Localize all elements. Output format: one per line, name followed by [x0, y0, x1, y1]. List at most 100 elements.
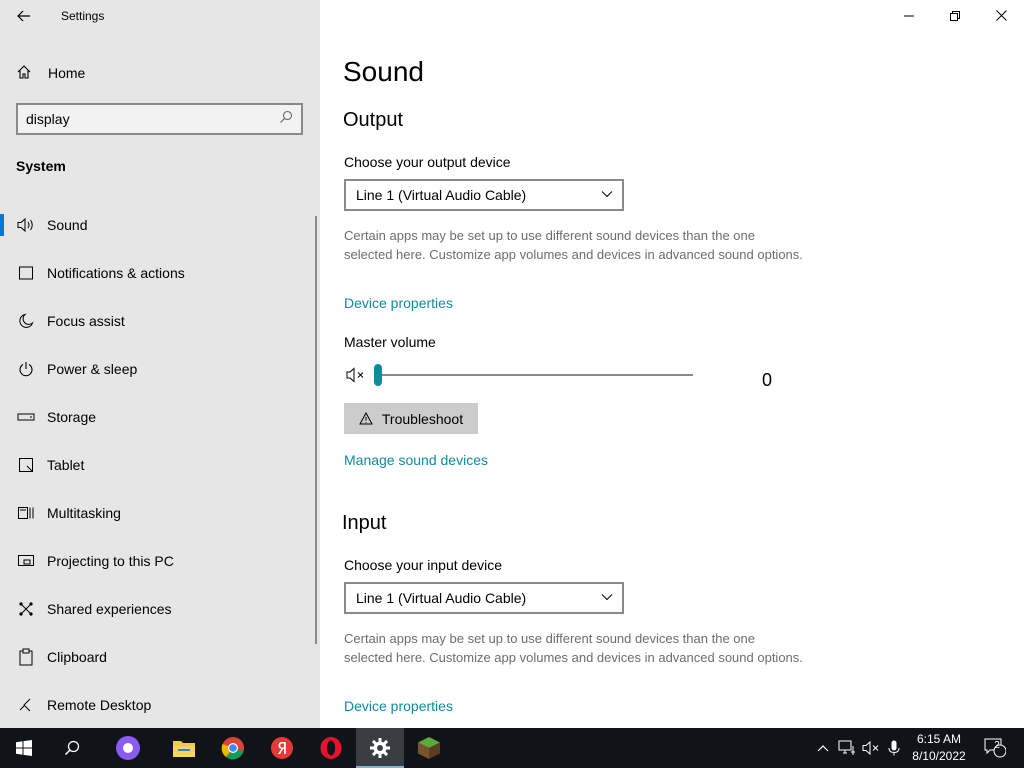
taskbar-alice-app[interactable]: [104, 728, 152, 768]
search-icon: [64, 740, 80, 756]
page-title: Sound: [343, 56, 424, 87]
settings-window: Settings Home System Sound Notifications…: [0, 0, 1024, 728]
master-volume-thumb[interactable]: [374, 364, 382, 386]
output-device-properties-link[interactable]: Device properties: [344, 295, 453, 311]
window-title: Settings: [61, 9, 105, 23]
show-hidden-icons-button[interactable]: [813, 728, 833, 768]
taskbar-opera[interactable]: [307, 728, 355, 768]
notification-count-badge: 2: [994, 740, 1000, 751]
search-input[interactable]: [26, 110, 276, 128]
master-volume-value: 0: [762, 370, 773, 390]
input-heading: Input: [342, 512, 387, 534]
search-box[interactable]: [16, 103, 303, 135]
sidebar-item-projecting[interactable]: Projecting to this PC: [0, 537, 316, 585]
microphone-icon: [888, 740, 900, 756]
input-device-dropdown[interactable]: Line 1 (Virtual Audio Cable): [344, 582, 624, 614]
troubleshoot-button[interactable]: Troubleshoot: [344, 403, 478, 434]
minimize-button[interactable]: [886, 0, 932, 32]
yandex-icon: [271, 737, 293, 759]
troubleshoot-label: Troubleshoot: [381, 410, 464, 427]
sidebar-item-label: Notifications & actions: [47, 265, 185, 281]
sidebar-item-tablet[interactable]: Tablet: [0, 441, 316, 489]
sidebar-item-label: Focus assist: [47, 313, 125, 329]
sidebar: Settings Home System Sound Notifications…: [0, 0, 320, 728]
tablet-icon: [16, 455, 36, 475]
input-device-label: Choose your input device: [344, 557, 502, 573]
network-tray-icon[interactable]: [836, 728, 858, 768]
minecraft-icon: [418, 737, 440, 759]
output-device-value: Line 1 (Virtual Audio Cable): [356, 187, 527, 203]
section-title-system: System: [16, 158, 66, 174]
moon-icon: [16, 311, 36, 331]
shared-icon: [16, 599, 36, 619]
windows-logo-icon: [16, 740, 32, 756]
chevron-down-icon: [601, 191, 613, 198]
output-device-label: Choose your output device: [344, 154, 511, 170]
power-icon: [16, 359, 36, 379]
mute-speaker-icon: [862, 740, 879, 756]
chrome-icon: [221, 737, 244, 760]
sidebar-item-label: Sound: [47, 217, 88, 233]
output-device-dropdown[interactable]: Line 1 (Virtual Audio Cable): [344, 179, 624, 211]
taskbar-settings[interactable]: [356, 728, 404, 768]
sidebar-item-power-sleep[interactable]: Power & sleep: [0, 345, 316, 393]
input-description: Certain apps may be set up to use differ…: [344, 631, 803, 665]
network-icon: [838, 740, 855, 755]
nav-home-label: Home: [48, 65, 86, 81]
close-button[interactable]: [978, 0, 1024, 32]
taskbar-yandex-browser[interactable]: [258, 728, 306, 768]
taskbar-chrome[interactable]: [209, 728, 257, 768]
sidebar-item-sound[interactable]: Sound: [0, 201, 316, 249]
mute-speaker-icon[interactable]: [346, 366, 366, 384]
sidebar-item-label: Projecting to this PC: [47, 553, 174, 569]
search-icon[interactable]: [279, 110, 293, 124]
sidebar-item-shared-experiences[interactable]: Shared experiences: [0, 585, 316, 633]
main-content: Sound Output Choose your output device L…: [320, 0, 1024, 728]
sidebar-item-storage[interactable]: Storage: [0, 393, 316, 441]
microphone-tray-icon[interactable]: [884, 728, 904, 768]
back-button[interactable]: [12, 4, 36, 28]
nav-home[interactable]: Home: [16, 62, 85, 84]
sidebar-scrollbar[interactable]: [315, 216, 317, 644]
home-icon: [16, 64, 36, 83]
sidebar-item-label: Storage: [47, 409, 97, 425]
opera-icon: [320, 737, 342, 759]
volume-tray-icon[interactable]: [860, 728, 882, 768]
action-center-button[interactable]: 2: [980, 728, 1010, 768]
folder-icon: [173, 741, 195, 757]
sidebar-item-focus-assist[interactable]: Focus assist: [0, 297, 316, 345]
back-arrow-icon: [17, 10, 30, 22]
master-volume-track[interactable]: [378, 374, 693, 376]
sidebar-item-clipboard[interactable]: Clipboard: [0, 633, 316, 681]
sidebar-item-label: Tablet: [47, 457, 85, 473]
clock-time: 6:15 AM: [916, 732, 962, 746]
input-device-properties-link[interactable]: Device properties: [344, 698, 453, 714]
clock-date: 8/10/2022: [912, 749, 966, 763]
gear-icon: [370, 738, 390, 758]
taskbar-clock[interactable]: 6:15 AM 8/10/2022: [906, 731, 972, 765]
remote-icon: [16, 695, 36, 715]
start-button[interactable]: [0, 728, 48, 768]
manage-sound-devices-link[interactable]: Manage sound devices: [344, 452, 488, 468]
sidebar-item-multitasking[interactable]: Multitasking: [0, 489, 316, 537]
sidebar-item-label: Multitasking: [47, 505, 121, 521]
chevron-down-icon: [601, 594, 613, 601]
speaker-icon: [16, 215, 36, 235]
sidebar-item-remote-desktop[interactable]: Remote Desktop: [0, 681, 316, 729]
nav-list: Sound Notifications & actions Focus assi…: [0, 201, 316, 729]
taskbar-file-explorer[interactable]: [160, 728, 208, 768]
clipboard-icon: [16, 647, 36, 667]
storage-icon: [16, 407, 36, 427]
close-icon: [995, 10, 1007, 21]
output-heading: Output: [343, 109, 404, 131]
output-description: Certain apps may be set up to use differ…: [344, 228, 803, 262]
sidebar-item-notifications[interactable]: Notifications & actions: [0, 249, 316, 297]
master-volume-label: Master volume: [344, 334, 436, 350]
alice-assistant-icon: [116, 736, 140, 760]
sidebar-item-label: Shared experiences: [47, 601, 172, 617]
restore-button[interactable]: [932, 0, 978, 32]
taskbar-minecraft[interactable]: [405, 728, 453, 768]
taskbar-search-button[interactable]: [48, 728, 96, 768]
warning-icon: [359, 412, 373, 425]
restore-icon: [950, 11, 960, 21]
